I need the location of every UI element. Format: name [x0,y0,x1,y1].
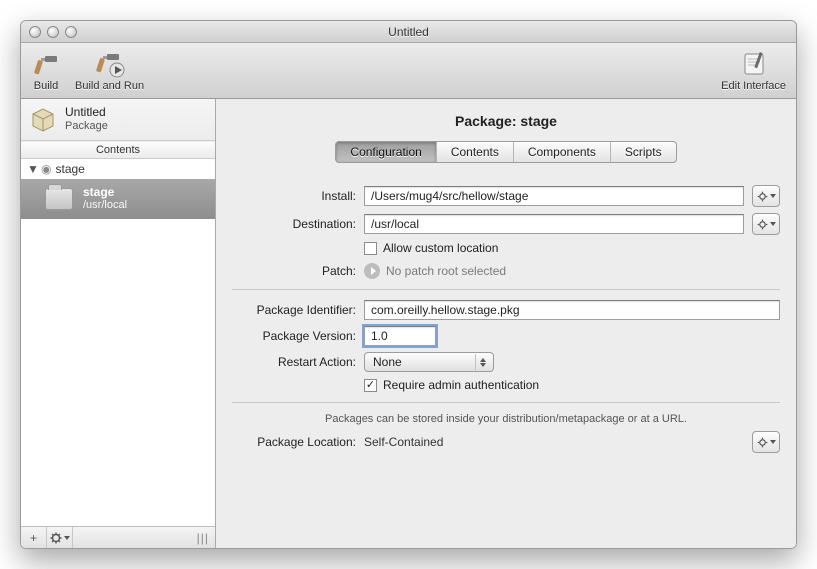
patch-value: No patch root selected [386,264,506,278]
allow-custom-location-label: Allow custom location [383,241,498,255]
location-label: Package Location: [232,435,356,449]
traffic-lights [29,26,77,38]
tree-root-label: stage [55,162,84,176]
build-run-label: Build and Run [75,80,144,92]
project-header[interactable]: Untitled Package [21,99,215,141]
install-action-menu[interactable] [752,185,780,207]
edit-interface-label: Edit Interface [721,80,786,92]
tree-bullet-icon: ◉ [41,162,51,176]
restart-label: Restart Action: [232,355,356,369]
version-label: Package Version: [232,329,356,343]
location-value: Self-Contained [364,435,744,449]
tab-configuration[interactable]: Configuration [336,142,436,162]
toolbar: Build Build and Run [21,43,796,99]
split-view: Untitled Package Contents ▼ ◉ stage stag… [21,99,796,548]
tree-row-stage-root[interactable]: ▼ ◉ stage [21,159,215,179]
arrow-circle-icon [364,263,380,279]
minimize-window-button[interactable] [47,26,59,38]
selected-path: /usr/local [83,199,127,212]
tree-row-stage-selected[interactable]: stage /usr/local [21,179,215,220]
window-title: Untitled [21,25,796,39]
require-admin-label: Require admin authentication [383,378,539,392]
edit-interface-button[interactable]: Edit Interface [721,50,786,92]
configuration-form: Install: Destination: [232,179,780,453]
patch-label: Patch: [232,264,356,278]
source-tree[interactable]: ▼ ◉ stage stage /usr/local [21,159,215,526]
detail-panel: Package: stage Configuration Contents Co… [216,99,796,548]
zoom-window-button[interactable] [65,26,77,38]
tab-bar: Configuration Contents Components Script… [335,141,676,163]
hammer-icon [31,50,61,78]
tab-contents[interactable]: Contents [437,142,514,162]
project-title: Untitled [65,105,108,120]
folder-icon [45,188,73,210]
location-hint: Packages can be stored inside your distr… [232,413,780,425]
sidebar: Untitled Package Contents ▼ ◉ stage stag… [21,99,216,548]
install-field[interactable] [364,186,744,206]
require-admin-checkbox[interactable] [364,379,377,392]
hammer-play-icon [93,50,127,78]
tab-components[interactable]: Components [514,142,611,162]
gear-icon [757,437,768,448]
pencil-paper-icon [739,50,769,78]
resize-grip-icon[interactable]: ||| [191,531,215,545]
package-box-icon [29,106,57,132]
destination-action-menu[interactable] [752,213,780,235]
sidebar-action-menu[interactable] [47,527,73,548]
chevron-down-icon [770,222,776,226]
selected-title: stage [83,185,127,199]
chevron-down-icon [770,194,776,198]
close-window-button[interactable] [29,26,41,38]
restart-action-select[interactable]: None [364,352,494,372]
identifier-label: Package Identifier: [232,303,356,317]
select-arrows-icon [475,354,489,370]
gear-icon [50,532,62,544]
titlebar: Untitled [21,21,796,43]
project-subtitle: Package [65,120,108,134]
destination-field[interactable] [364,214,744,234]
build-label: Build [34,80,58,92]
add-button[interactable]: + [21,527,47,548]
disclosure-triangle-icon[interactable]: ▼ [27,162,37,176]
chevron-down-icon [770,440,776,444]
sidebar-footer: + ||| [21,526,215,548]
app-window: Untitled Build [20,20,797,549]
panel-title: Package: stage [232,109,780,141]
install-label: Install: [232,189,356,203]
build-and-run-button[interactable]: Build and Run [75,50,144,92]
allow-custom-location-checkbox[interactable] [364,242,377,255]
version-field[interactable] [364,326,436,346]
gear-icon [757,191,768,202]
plus-icon: + [30,531,37,545]
tab-scripts[interactable]: Scripts [611,142,676,162]
identifier-field[interactable] [364,300,780,320]
gear-icon [757,219,768,230]
destination-label: Destination: [232,217,356,231]
contents-header: Contents [21,141,215,159]
separator [232,402,780,403]
restart-action-value: None [373,355,402,369]
build-button[interactable]: Build [31,50,61,92]
chevron-down-icon [64,536,70,540]
location-action-menu[interactable] [752,431,780,453]
separator [232,289,780,290]
